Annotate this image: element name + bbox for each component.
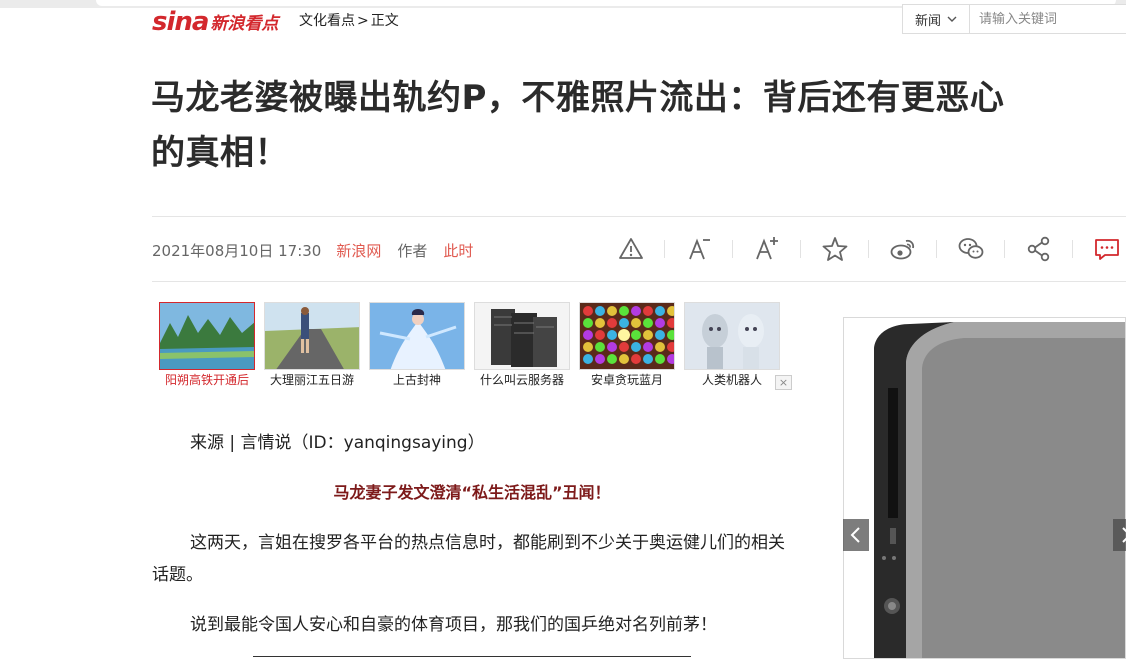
- chevron-down-icon: [947, 16, 957, 22]
- weibo-icon: [890, 239, 914, 260]
- thumbnail-caption: 人类机器人: [701, 373, 762, 387]
- thumbnail-item[interactable]: 大理丽江五日游: [264, 302, 360, 388]
- logo-text: sina: [152, 7, 209, 37]
- search-category-label: 新闻: [914, 13, 941, 29]
- close-icon[interactable]: ×: [775, 375, 792, 390]
- chevron-right-icon: [1122, 527, 1126, 543]
- thumbnail-item[interactable]: 人类机器人: [684, 302, 780, 388]
- toolbar-separator: [1004, 240, 1005, 258]
- thumbnail-caption: 阳朔高铁开通后: [164, 373, 249, 387]
- font-larger-icon: [755, 237, 778, 260]
- comment-icon: [1094, 239, 1119, 260]
- thumbnail-item[interactable]: 阳朔高铁开通后: [159, 302, 255, 388]
- thumbnail-caption: 上古封神: [392, 373, 441, 387]
- source-link[interactable]: 新浪网: [336, 240, 381, 261]
- ad-slideshow[interactable]: [843, 317, 1126, 659]
- breadcrumb: 文化看点 > 正文: [299, 12, 399, 30]
- article-paragraph: 这两天，言姐在搜罗各平台的热点信息时，都能刷到不少关于奥运健儿们的相关话题。: [152, 533, 785, 585]
- thumbnail-item[interactable]: 上古封神: [369, 302, 465, 388]
- toolbar-separator: [664, 240, 665, 258]
- recommend-thumbnail-strip: 阳朔高铁开通后 大理丽江五日游 上古封神 什么叫云服务器 安卓贪玩蓝月 人类机器…: [159, 302, 780, 388]
- divider: [152, 281, 1126, 282]
- article-source-paragraph: 来源 | 言情说（ID：yanqingsaying）: [190, 433, 485, 453]
- favorite-star-icon: [822, 237, 847, 261]
- article-title: 马龙老婆被曝出轨约P，不雅照片流出：背后还有更恶心 的真相！: [151, 71, 1126, 181]
- thumbnail-item[interactable]: 什么叫云服务器: [474, 302, 570, 388]
- divider: [253, 656, 691, 657]
- report-button[interactable]: [614, 232, 647, 266]
- gem-puzzle-photo: [579, 302, 675, 370]
- font-larger-button[interactable]: [750, 232, 783, 266]
- publish-time: 2021年08月10日 17:30: [152, 241, 322, 260]
- toolbar-separator: [868, 240, 869, 258]
- share-button[interactable]: [1022, 232, 1055, 266]
- font-smaller-button[interactable]: [682, 232, 715, 266]
- breadcrumb-item-current: 正文: [370, 13, 399, 29]
- article-title-line1: 马龙老婆被曝出轨约P，不雅照片流出：背后还有更恶心: [151, 78, 1005, 118]
- author-label: 作者: [397, 241, 428, 260]
- author-link[interactable]: 此时: [443, 240, 473, 261]
- thumbnail-caption: 安卓贪玩蓝月: [590, 373, 663, 387]
- share-icon: [1027, 236, 1049, 262]
- search-input[interactable]: [970, 5, 1126, 33]
- toolbar-separator: [800, 240, 801, 258]
- weibo-share-button[interactable]: [886, 232, 919, 266]
- breadcrumb-separator: >: [357, 13, 369, 29]
- slideshow-next-button[interactable]: [1113, 519, 1126, 551]
- article-toolbar: [614, 232, 1123, 266]
- article-meta: 2021年08月10日 17:30 新浪网 作者 此时: [152, 240, 473, 260]
- chevron-left-icon: [850, 527, 860, 543]
- comment-button[interactable]: [1090, 232, 1123, 266]
- game-character-photo: [369, 302, 465, 370]
- slideshow-prev-button[interactable]: [843, 519, 869, 551]
- article-title-line2: 的真相！: [151, 133, 289, 173]
- server-rack-photo: [474, 302, 570, 370]
- sina-logo[interactable]: sina 新浪看点: [152, 6, 278, 36]
- article-paragraph: 说到最能令国人安心和自豪的体育项目，那我们的国乒绝对名列前茅！: [190, 615, 717, 635]
- thumbnail-item[interactable]: 安卓贪玩蓝月: [579, 302, 675, 388]
- divider: [152, 216, 1126, 217]
- road-trip-photo: [264, 302, 360, 370]
- toolbar-separator: [936, 240, 937, 258]
- robot-faces-photo: [684, 302, 780, 370]
- article-subheading: 马龙妻子发文澄清“私生活混乱”丑闻！: [333, 483, 611, 502]
- search-bar: 新闻: [902, 4, 1126, 34]
- font-smaller-icon: [688, 238, 710, 260]
- toolbar-separator: [1072, 240, 1073, 258]
- search-category-select[interactable]: 新闻: [903, 5, 970, 33]
- report-icon: [618, 238, 643, 259]
- logo-subtitle: 新浪看点: [210, 14, 279, 34]
- thumbnail-caption: 大理丽江五日游: [269, 373, 354, 387]
- breadcrumb-item-culture[interactable]: 文化看点: [299, 12, 355, 30]
- wechat-share-button[interactable]: [954, 232, 987, 266]
- favorite-button[interactable]: [818, 232, 851, 266]
- landscape-photo: [159, 302, 255, 370]
- toolbar-separator: [732, 240, 733, 258]
- wechat-icon: [958, 238, 983, 259]
- thumbnail-caption: 什么叫云服务器: [479, 373, 564, 387]
- desktop-pc-photo: [844, 318, 1125, 658]
